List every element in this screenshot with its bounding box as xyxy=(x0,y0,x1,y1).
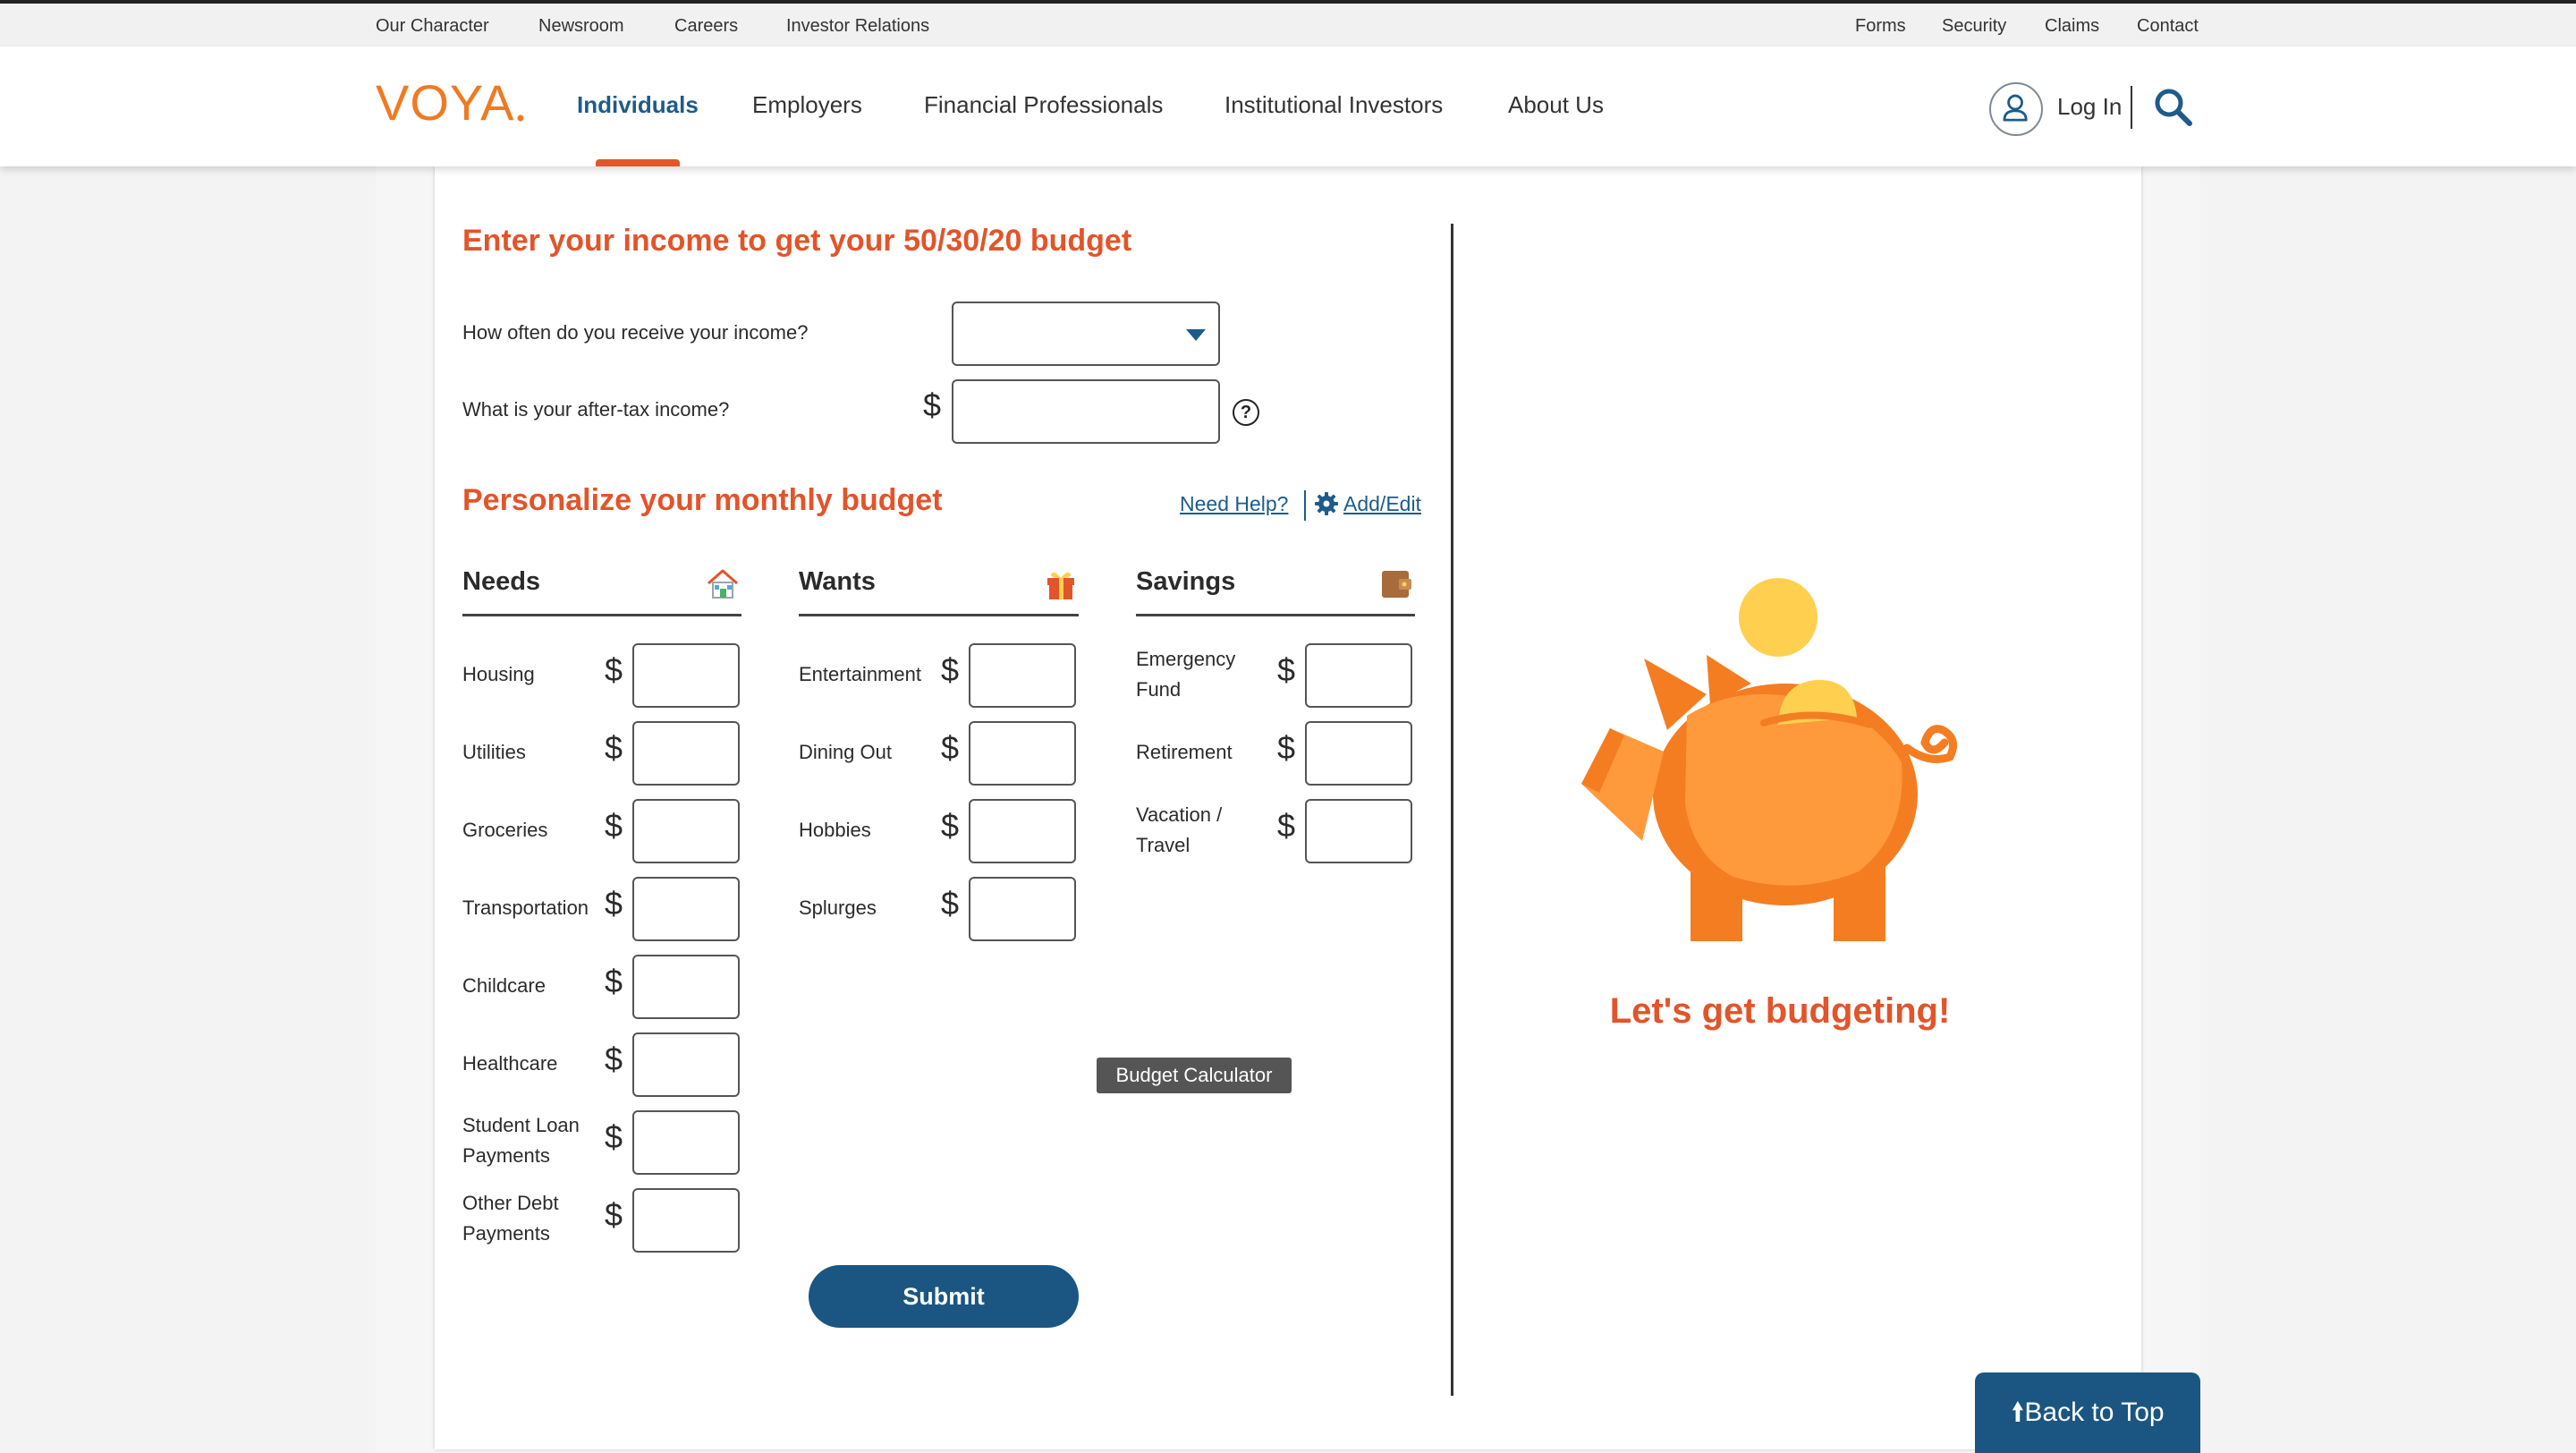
needs-label-groceries: Groceries xyxy=(462,819,548,841)
frequency-label: How often do you receive your income? xyxy=(462,321,809,344)
wants-column-rule xyxy=(799,614,1079,616)
back-to-top-button[interactable]: 🠙Back to Top xyxy=(1975,1372,2200,1453)
voya-logo-text: VOYA xyxy=(376,74,514,131)
wants-column-title: Wants xyxy=(799,567,876,596)
needs-currency-transportation: $ xyxy=(605,885,623,922)
aftertax-currency-symbol: $ xyxy=(923,387,942,423)
needs-input-student-loan[interactable] xyxy=(632,1110,740,1175)
main-header: VOYA Individuals Employers Financial Pro… xyxy=(0,47,2576,166)
search-icon[interactable] xyxy=(2152,86,2195,129)
income-heading: Enter your income to get your 50/30/20 b… xyxy=(462,224,1132,258)
wants-input-splurges[interactable] xyxy=(969,877,1076,941)
aftertax-label: What is your after-tax income? xyxy=(462,398,730,421)
wants-label-dining-out: Dining Out xyxy=(799,741,892,763)
house-icon xyxy=(708,569,738,599)
needs-label-transportation: Transportation xyxy=(462,896,589,919)
needs-input-groceries[interactable] xyxy=(632,799,740,863)
need-help-link[interactable]: Need Help? xyxy=(1180,492,1288,516)
needs-input-childcare[interactable] xyxy=(632,955,740,1019)
add-edit-link[interactable]: Add/Edit xyxy=(1343,492,1421,516)
savings-input-emergency-fund[interactable] xyxy=(1305,643,1412,708)
needs-currency-housing: $ xyxy=(605,651,623,688)
needs-currency-student-loan: $ xyxy=(605,1118,623,1155)
nav-employers[interactable]: Employers xyxy=(752,91,862,119)
needs-currency-groceries: $ xyxy=(605,807,623,844)
submit-button[interactable]: Submit xyxy=(809,1265,1079,1328)
savings-input-vacation-travel[interactable] xyxy=(1305,799,1412,863)
needs-label-student-loan: Student Loan Payments xyxy=(462,1114,580,1167)
savings-label-retirement: Retirement xyxy=(1136,741,1233,763)
help-icon[interactable]: ? xyxy=(1233,399,1259,426)
wants-label-hobbies: Hobbies xyxy=(799,819,871,841)
wants-label-splurges: Splurges xyxy=(799,896,877,919)
needs-input-healthcare[interactable] xyxy=(632,1032,740,1097)
budget-calculator-tooltip: Budget Calculator xyxy=(1097,1058,1292,1093)
wants-currency-entertainment: $ xyxy=(941,651,960,688)
needs-input-utilities[interactable] xyxy=(632,721,740,786)
utility-link-security[interactable]: Security xyxy=(1942,16,2006,37)
needs-currency-other-debt: $ xyxy=(605,1196,623,1233)
savings-label-vacation-travel: Vacation / Travel xyxy=(1136,803,1223,856)
needs-currency-utilities: $ xyxy=(605,729,623,766)
needs-currency-healthcare: $ xyxy=(605,1041,623,1077)
active-nav-indicator xyxy=(596,159,680,166)
needs-label-housing: Housing xyxy=(462,663,535,685)
wants-currency-hobbies: $ xyxy=(941,807,960,844)
link-separator xyxy=(1304,490,1306,521)
needs-input-other-debt[interactable] xyxy=(632,1188,740,1253)
needs-column-title: Needs xyxy=(462,567,541,596)
wants-label-entertainment: Entertainment xyxy=(799,663,921,685)
nav-individuals[interactable]: Individuals xyxy=(577,91,699,119)
utility-link-careers[interactable]: Careers xyxy=(674,16,738,37)
savings-input-retirement[interactable] xyxy=(1305,721,1412,786)
gift-icon xyxy=(1047,572,1074,599)
needs-input-transportation[interactable] xyxy=(632,877,740,941)
utility-link-contact[interactable]: Contact xyxy=(2137,16,2199,37)
savings-column-title: Savings xyxy=(1136,567,1236,596)
utility-link-investor-relations[interactable]: Investor Relations xyxy=(786,16,929,37)
frequency-select[interactable] xyxy=(952,302,1220,366)
result-tagline: Let's get budgeting! xyxy=(1609,991,1951,1031)
wants-input-hobbies[interactable] xyxy=(969,799,1076,863)
savings-currency-retirement: $ xyxy=(1277,729,1296,766)
aftertax-income-input[interactable] xyxy=(952,379,1220,444)
needs-label-childcare: Childcare xyxy=(462,974,546,997)
gear-icon[interactable] xyxy=(1315,492,1338,515)
nav-institutional-investors[interactable]: Institutional Investors xyxy=(1224,91,1443,119)
utility-link-forms[interactable]: Forms xyxy=(1855,16,1906,37)
wants-currency-splurges: $ xyxy=(941,885,960,922)
login-link[interactable]: Log In xyxy=(2057,93,2122,121)
savings-currency-vacation-travel: $ xyxy=(1277,807,1296,844)
savings-label-emergency-fund: Emergency Fund xyxy=(1136,648,1236,701)
needs-column-rule xyxy=(462,614,741,616)
login-separator xyxy=(2131,86,2132,129)
utility-link-newsroom[interactable]: Newsroom xyxy=(538,16,624,37)
utility-nav: Our Character Newsroom Careers Investor … xyxy=(0,4,2576,47)
savings-currency-emergency-fund: $ xyxy=(1277,651,1296,688)
nav-financial-professionals[interactable]: Financial Professionals xyxy=(924,91,1163,119)
savings-column-rule xyxy=(1136,614,1415,616)
user-icon[interactable] xyxy=(1989,82,2043,136)
wants-input-dining-out[interactable] xyxy=(969,721,1076,786)
voya-logo[interactable]: VOYA xyxy=(376,73,528,136)
wants-currency-dining-out: $ xyxy=(941,729,960,766)
needs-input-housing[interactable] xyxy=(632,643,740,708)
panel-divider xyxy=(1451,224,1453,1396)
nav-about-us[interactable]: About Us xyxy=(1508,91,1604,119)
chevron-down-icon[interactable] xyxy=(1186,329,1206,341)
arrow-up-icon: 🠙 xyxy=(2011,1398,2025,1427)
back-to-top-label: Back to Top xyxy=(2024,1398,2165,1427)
utility-link-claims[interactable]: Claims xyxy=(2045,16,2099,37)
piggy-bank-icon xyxy=(1581,578,1958,941)
needs-label-utilities: Utilities xyxy=(462,741,526,763)
personalize-heading: Personalize your monthly budget xyxy=(462,483,943,517)
needs-currency-childcare: $ xyxy=(605,963,623,999)
wallet-icon xyxy=(1382,571,1411,598)
needs-label-other-debt: Other Debt Payments xyxy=(462,1192,559,1245)
needs-label-healthcare: Healthcare xyxy=(462,1052,558,1075)
wants-input-entertainment[interactable] xyxy=(969,643,1076,708)
utility-link-our-character[interactable]: Our Character xyxy=(376,16,489,37)
